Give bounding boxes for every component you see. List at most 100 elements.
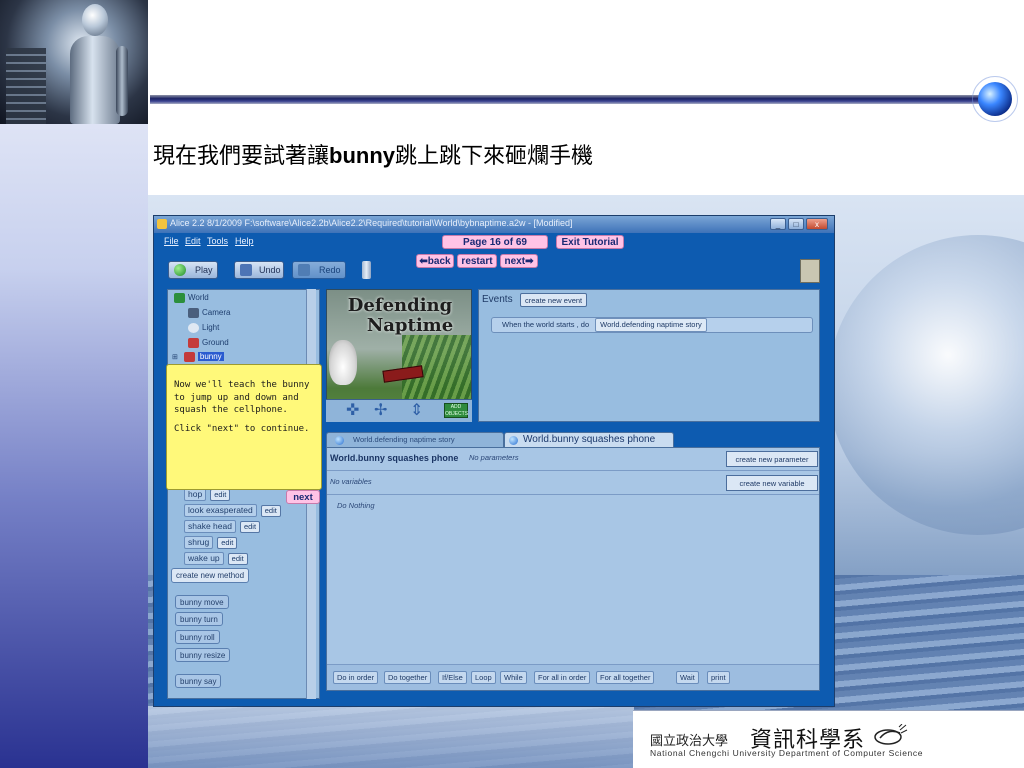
ctl-if-else[interactable]: If/Else (438, 671, 467, 684)
events-panel: Events create new event When the world s… (478, 289, 820, 422)
alice-app-icon (157, 219, 167, 229)
tutorial-back-button[interactable]: ⬅back (416, 254, 454, 268)
edit-button[interactable]: edit (239, 521, 261, 533)
do-nothing-placeholder[interactable]: Do Nothing (337, 501, 375, 510)
department-logo-icon (874, 724, 908, 745)
method-bunny-resize[interactable]: bunny resize (175, 648, 231, 662)
tab-defending-naptime-story[interactable]: World.defending naptime story (326, 432, 504, 447)
menu-tools[interactable]: Tools (207, 236, 228, 246)
play-label: Play (195, 265, 213, 275)
camera-icon (188, 308, 199, 318)
tree-item-camera[interactable]: Camera (188, 308, 230, 322)
method-tab-icon (335, 436, 344, 445)
variables-row: No variables create new variable (327, 471, 819, 495)
edit-button[interactable]: edit (227, 553, 248, 565)
toolbar: Play Undo Redo ⬅back restart next➡ (154, 251, 834, 287)
tooltip-text: Now we'll teach the bunny to jump up and… (174, 380, 310, 415)
create-new-event-button[interactable]: create new event (520, 293, 588, 307)
method-row-look-exasperated: look exasperated edit (184, 504, 281, 517)
minimize-button[interactable]: _ (770, 218, 786, 230)
redo-button[interactable]: Redo (292, 261, 346, 279)
slide-title: 現在我們要試著讓bunny跳上跳下來砸爛手機 (153, 143, 594, 168)
close-button[interactable]: x (806, 218, 828, 230)
tooltip-instruction: Click "next" to continue. (174, 423, 310, 434)
logo-university: 國立政治大學 (650, 734, 729, 749)
ctl-do-together[interactable]: Do together (384, 671, 432, 684)
exit-tutorial-button[interactable]: Exit Tutorial (556, 235, 624, 249)
edit-button[interactable]: edit (217, 537, 238, 549)
method-bunny-say[interactable]: bunny say (175, 674, 222, 688)
event-target-dropdown[interactable]: World.defending naptime story (595, 318, 707, 332)
edit-button[interactable]: edit (210, 489, 231, 501)
ctl-wait[interactable]: Wait (676, 671, 699, 684)
scene-bunny (329, 340, 357, 385)
ctl-for-all-together[interactable]: For all together (596, 671, 655, 684)
ctl-while[interactable]: While (500, 671, 527, 684)
tab-bunny-squashes-phone[interactable]: World.bunny squashes phone (504, 432, 674, 447)
ctl-print[interactable]: print (707, 671, 730, 684)
camera-tilt-icon[interactable]: ⇕ (410, 403, 423, 419)
play-button[interactable]: Play (168, 261, 218, 279)
alice-window: Alice 2.2 8/1/2009 F:\software\Alice2.2b… (153, 215, 835, 707)
method-editor: World.bunny squashes phone No parameters… (326, 447, 820, 691)
create-new-parameter-button[interactable]: create new parameter (726, 451, 818, 467)
ctl-do-in-order[interactable]: Do in order (333, 671, 379, 684)
maximize-button[interactable]: □ (788, 218, 804, 230)
method-row-wake-up: wake up edit (184, 552, 248, 565)
tutorial-next-button[interactable]: next➡ (500, 254, 538, 268)
undo-button[interactable]: Undo (234, 261, 284, 279)
object-icon (188, 338, 199, 348)
camera-move-icon[interactable]: ✜ (346, 403, 359, 419)
ctl-for-all-in-order[interactable]: For all in order (534, 671, 591, 684)
next-arrow-icon: ➡ (525, 256, 534, 267)
method-params: No parameters (469, 453, 519, 462)
object-icon (183, 352, 195, 362)
create-new-method-button[interactable]: create new method (171, 568, 250, 583)
world-icon (174, 293, 185, 303)
tooltip-next-button[interactable]: next (286, 490, 320, 504)
tree-item-ground[interactable]: Ground (188, 338, 229, 352)
tutorial-page-indicator: Page 16 of 69 (442, 235, 548, 249)
back-arrow-icon: ⬅ (419, 256, 428, 267)
no-variables-label: No variables (330, 477, 372, 486)
event-world-starts[interactable]: When the world starts , do World.defendin… (491, 317, 813, 333)
method-bunny-roll[interactable]: bunny roll (175, 630, 220, 644)
tree-item-light[interactable]: Light (188, 323, 219, 337)
trash-icon[interactable] (362, 261, 371, 279)
window-titlebar[interactable]: Alice 2.2 8/1/2009 F:\software\Alice2.2b… (154, 216, 834, 233)
ctl-loop[interactable]: Loop (471, 671, 496, 684)
undo-icon (240, 264, 252, 276)
menu-file[interactable]: File (164, 236, 179, 246)
method-bunny-turn[interactable]: bunny turn (175, 612, 223, 626)
add-objects-button[interactable]: ADD OBJECTS (444, 403, 468, 418)
control-structures-bar: Do in order Do together If/Else Loop Whi… (327, 664, 819, 690)
menu-help[interactable]: Help (235, 236, 254, 246)
menu-bar: File Edit Tools Help Page 16 of 69 Exit … (154, 233, 834, 251)
tutorial-tooltip: Now we'll teach the bunny to jump up and… (166, 364, 322, 490)
undo-label: Undo (259, 265, 281, 275)
header-rule (150, 95, 980, 104)
method-row-shrug: shrug edit (184, 536, 238, 549)
method-bunny-move[interactable]: bunny move (175, 595, 229, 609)
editor-header: World.bunny squashes phone No parameters… (327, 448, 819, 471)
window-title: Alice 2.2 8/1/2009 F:\software\Alice2.2b… (170, 218, 573, 228)
scene-title: Defending Naptime (347, 295, 454, 336)
clipboard-icon[interactable] (800, 259, 820, 283)
globe-icon (978, 82, 1012, 116)
method-tab-icon (509, 436, 518, 445)
events-label: Events (482, 294, 513, 305)
bottom-decoration (148, 706, 634, 768)
edit-button[interactable]: edit (260, 505, 281, 517)
method-title: World.bunny squashes phone (330, 453, 459, 463)
redo-label: Redo (319, 265, 341, 275)
light-bulb-icon (188, 323, 199, 333)
logo-english: National Chengchi University Department … (650, 748, 924, 758)
camera-pan-icon[interactable]: ✢ (374, 403, 387, 419)
create-new-variable-button[interactable]: create new variable (726, 475, 818, 491)
redo-icon (298, 264, 310, 276)
tutorial-restart-button[interactable]: restart (457, 254, 497, 268)
menu-edit[interactable]: Edit (185, 236, 201, 246)
expand-icon: ⊞ (172, 354, 178, 362)
tree-item-world[interactable]: World (174, 293, 209, 307)
method-row-shake-head: shake head edit (184, 520, 261, 533)
